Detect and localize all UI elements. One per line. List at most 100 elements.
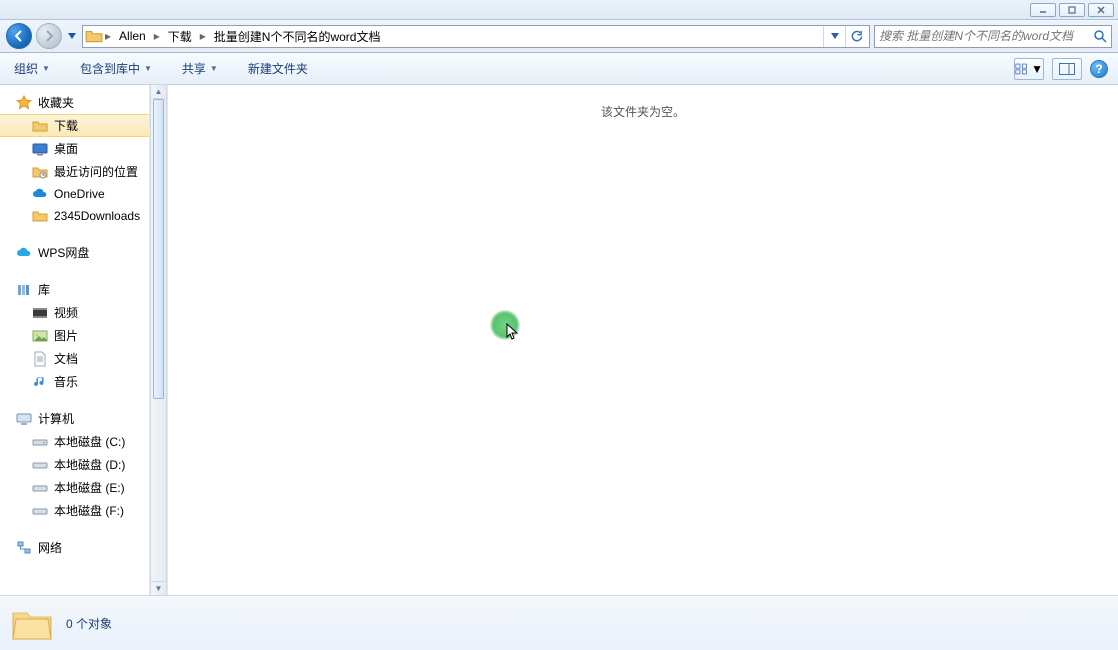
sidebar-item-documents[interactable]: 文档 bbox=[0, 347, 149, 370]
search-box[interactable] bbox=[874, 25, 1112, 48]
caret-down-icon: ▼ bbox=[42, 64, 50, 73]
sidebar-item-onedrive[interactable]: OneDrive bbox=[0, 183, 149, 205]
video-icon bbox=[32, 305, 48, 321]
organize-menu[interactable]: 组织 ▼ bbox=[10, 57, 54, 80]
close-button[interactable] bbox=[1088, 3, 1114, 17]
computer-icon bbox=[16, 411, 32, 427]
scroll-thumb[interactable] bbox=[153, 99, 164, 399]
cloud-icon bbox=[32, 186, 48, 202]
sidebar-item-music[interactable]: 音乐 bbox=[0, 370, 149, 393]
toolbar: 组织 ▼ 包含到库中 ▼ 共享 ▼ 新建文件夹 ▼ ? bbox=[0, 53, 1118, 85]
sidebar-scrollbar[interactable]: ▲ ▼ bbox=[150, 85, 167, 595]
sidebar-label: 库 bbox=[38, 281, 50, 298]
address-bar[interactable]: ▸ Allen ▸ 下载 ▸ 批量创建N个不同名的word文档 bbox=[82, 25, 870, 48]
empty-folder-message: 该文件夹为空。 bbox=[168, 85, 1118, 120]
drive-icon bbox=[32, 480, 48, 496]
sidebar-label: 收藏夹 bbox=[38, 94, 74, 111]
titlebar bbox=[0, 0, 1118, 20]
content-pane[interactable]: 该文件夹为空。 bbox=[167, 85, 1118, 595]
breadcrumb-segment[interactable]: 下载 bbox=[162, 26, 198, 47]
sidebar-item-pictures[interactable]: 图片 bbox=[0, 324, 149, 347]
refresh-button[interactable] bbox=[845, 26, 867, 47]
toolbar-label: 组织 bbox=[14, 60, 38, 77]
caret-down-icon: ▼ bbox=[1031, 62, 1043, 76]
view-options-button[interactable]: ▼ bbox=[1014, 58, 1044, 80]
sidebar-item-videos[interactable]: 视频 bbox=[0, 301, 149, 324]
picture-icon bbox=[32, 328, 48, 344]
details-pane: 0 个对象 bbox=[0, 595, 1118, 650]
sidebar-label: 计算机 bbox=[38, 410, 74, 427]
sidebar-group-favorites[interactable]: 收藏夹 bbox=[0, 91, 149, 114]
desktop-icon bbox=[32, 141, 48, 157]
share-menu[interactable]: 共享 ▼ bbox=[178, 57, 222, 80]
sidebar-group-computer[interactable]: 计算机 bbox=[0, 407, 149, 430]
music-icon bbox=[32, 374, 48, 390]
sidebar-group-wps[interactable]: WPS网盘 bbox=[0, 241, 149, 264]
sidebar-item-drive-f[interactable]: 本地磁盘 (F:) bbox=[0, 499, 149, 522]
address-dropdown[interactable] bbox=[823, 26, 845, 47]
sidebar-label: 2345Downloads bbox=[54, 209, 140, 223]
status-text: 0 个对象 bbox=[66, 615, 112, 632]
sidebar-label: 网络 bbox=[38, 539, 62, 556]
toolbar-label: 新建文件夹 bbox=[248, 60, 308, 77]
sidebar-label: 本地磁盘 (F:) bbox=[54, 502, 124, 519]
scroll-up-icon[interactable]: ▲ bbox=[151, 85, 166, 99]
sidebar-item-drive-c[interactable]: 本地磁盘 (C:) bbox=[0, 430, 149, 453]
sidebar-label: 桌面 bbox=[54, 140, 78, 157]
folder-large-icon bbox=[10, 603, 54, 643]
include-menu[interactable]: 包含到库中 ▼ bbox=[76, 57, 156, 80]
history-dropdown[interactable] bbox=[66, 23, 78, 49]
sidebar-item-drive-d[interactable]: 本地磁盘 (D:) bbox=[0, 453, 149, 476]
folder-icon bbox=[85, 27, 103, 45]
network-icon bbox=[16, 540, 32, 556]
libraries-icon bbox=[16, 282, 32, 298]
search-input[interactable] bbox=[879, 29, 1093, 43]
sidebar-group-libraries[interactable]: 库 bbox=[0, 278, 149, 301]
nav-row: ▸ Allen ▸ 下载 ▸ 批量创建N个不同名的word文档 bbox=[0, 20, 1118, 53]
recent-icon bbox=[32, 164, 48, 180]
caret-down-icon: ▼ bbox=[144, 64, 152, 73]
chevron-right-icon: ▸ bbox=[152, 29, 162, 43]
preview-pane-button[interactable] bbox=[1052, 58, 1082, 80]
document-icon bbox=[32, 351, 48, 367]
sidebar-label: OneDrive bbox=[54, 187, 105, 201]
sidebar-item-recent[interactable]: 最近访问的位置 bbox=[0, 160, 149, 183]
sidebar-label: 视频 bbox=[54, 304, 78, 321]
cursor-icon bbox=[506, 323, 520, 341]
drive-icon bbox=[32, 503, 48, 519]
sidebar-item-drive-e[interactable]: 本地磁盘 (E:) bbox=[0, 476, 149, 499]
sidebar-group-network[interactable]: 网络 bbox=[0, 536, 149, 559]
sidebar: 收藏夹 下载 桌面 最近访问的位置 OneDrive bbox=[0, 85, 150, 595]
minimize-button[interactable] bbox=[1030, 3, 1056, 17]
new-folder-button[interactable]: 新建文件夹 bbox=[244, 57, 312, 80]
sidebar-label: 图片 bbox=[54, 327, 78, 344]
sidebar-item-2345downloads[interactable]: 2345Downloads bbox=[0, 205, 149, 227]
sidebar-label: WPS网盘 bbox=[38, 244, 89, 261]
forward-button[interactable] bbox=[36, 23, 62, 49]
sidebar-item-downloads[interactable]: 下载 bbox=[0, 114, 149, 137]
toolbar-label: 共享 bbox=[182, 60, 206, 77]
breadcrumb-segment[interactable]: 批量创建N个不同名的word文档 bbox=[208, 26, 387, 47]
sidebar-label: 本地磁盘 (C:) bbox=[54, 433, 125, 450]
cloud-icon bbox=[16, 245, 32, 261]
sidebar-item-desktop[interactable]: 桌面 bbox=[0, 137, 149, 160]
folder-icon bbox=[32, 208, 48, 224]
caret-down-icon: ▼ bbox=[210, 64, 218, 73]
sidebar-label: 本地磁盘 (D:) bbox=[54, 456, 125, 473]
search-icon bbox=[1093, 29, 1107, 43]
scroll-down-icon[interactable]: ▼ bbox=[151, 581, 166, 595]
chevron-right-icon: ▸ bbox=[198, 29, 208, 43]
sidebar-label: 最近访问的位置 bbox=[54, 163, 138, 180]
sidebar-label: 文档 bbox=[54, 350, 78, 367]
sidebar-label: 下载 bbox=[54, 117, 78, 134]
back-button[interactable] bbox=[6, 23, 32, 49]
help-button[interactable]: ? bbox=[1090, 60, 1108, 78]
toolbar-label: 包含到库中 bbox=[80, 60, 140, 77]
breadcrumb-segment[interactable]: Allen bbox=[113, 26, 152, 47]
drive-icon bbox=[32, 457, 48, 473]
maximize-button[interactable] bbox=[1059, 3, 1085, 17]
chevron-right-icon: ▸ bbox=[103, 29, 113, 43]
sidebar-label: 音乐 bbox=[54, 373, 78, 390]
main-area: 收藏夹 下载 桌面 最近访问的位置 OneDrive bbox=[0, 85, 1118, 595]
folder-icon bbox=[32, 118, 48, 134]
